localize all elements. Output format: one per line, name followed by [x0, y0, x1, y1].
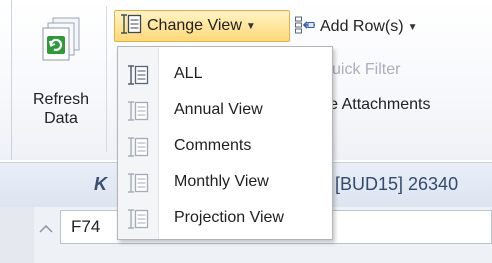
change-view-label: Change View — [147, 17, 242, 34]
menu-item-label: Annual View — [174, 101, 263, 118]
menu-item-all[interactable]: ALL — [118, 56, 332, 92]
caret-down-icon: ▼ — [407, 21, 418, 33]
view-columns-icon — [126, 136, 150, 163]
quick-filter-button[interactable]: uick Filter — [332, 61, 400, 79]
title-band-left-text: K — [94, 174, 107, 194]
change-view-dropdown-menu: ALL Annual View Comments Monthly View Pr… — [117, 46, 333, 240]
view-columns-icon — [126, 172, 150, 199]
change-view-button[interactable]: Change View ▼ — [114, 10, 290, 42]
add-rows-button[interactable]: Add Row(s) ▼ — [294, 13, 417, 41]
ribbon-separator — [106, 6, 107, 152]
menu-item-label: Projection View — [174, 209, 284, 226]
add-row-icon — [294, 15, 316, 40]
menu-item-label: Monthly View — [174, 173, 269, 190]
menu-item-projection-view[interactable]: Projection View — [118, 200, 332, 236]
view-columns-icon — [126, 100, 150, 127]
grid-left-gutter — [0, 207, 34, 263]
refresh-data-icon — [39, 16, 83, 68]
menu-item-label: Comments — [174, 137, 252, 154]
menu-item-annual-view[interactable]: Annual View — [118, 92, 332, 128]
ribbon-left-border — [11, 0, 12, 160]
caret-down-icon: ▼ — [245, 20, 256, 32]
menu-item-monthly-view[interactable]: Monthly View — [118, 164, 332, 200]
title-band-right-text: [BUD15] 26340 — [335, 174, 459, 194]
refresh-data-label: Refresh Data — [32, 91, 90, 127]
view-columns-icon — [119, 13, 143, 40]
chevron-up-icon[interactable] — [34, 212, 58, 246]
menu-item-comments[interactable]: Comments — [118, 128, 332, 164]
file-attachments-button[interactable]: ile Attachments — [322, 96, 431, 114]
view-columns-icon — [126, 208, 150, 235]
add-rows-label: Add Row(s) — [320, 18, 404, 35]
view-columns-icon — [126, 64, 150, 91]
refresh-data-button[interactable]: Refresh Data — [25, 10, 97, 150]
menu-item-label: ALL — [174, 65, 203, 82]
